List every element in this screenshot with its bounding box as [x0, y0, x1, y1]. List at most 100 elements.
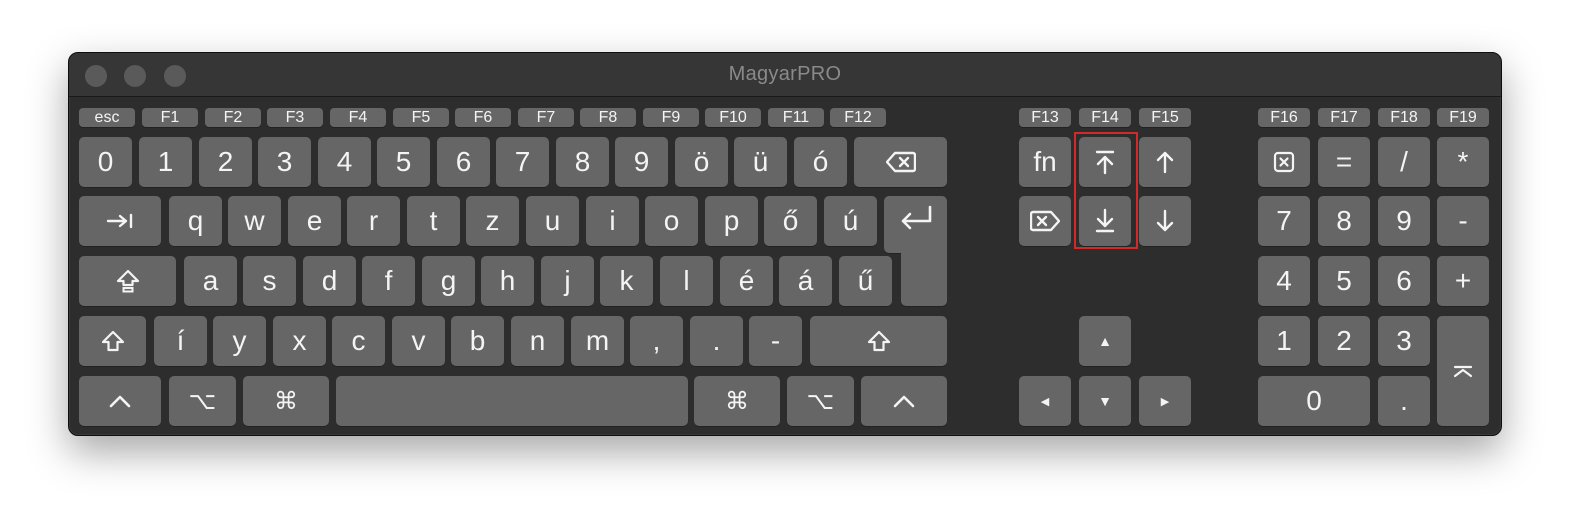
- key-o-double-acute[interactable]: ő: [764, 196, 817, 246]
- key-o[interactable]: o: [645, 196, 698, 246]
- numpad-clear-key[interactable]: [1258, 137, 1310, 187]
- numpad-plus[interactable]: +: [1437, 256, 1489, 306]
- key-h[interactable]: h: [481, 256, 534, 306]
- key-2[interactable]: 2: [199, 137, 252, 187]
- right-shift-key[interactable]: [810, 316, 947, 366]
- fn-key[interactable]: fn: [1019, 137, 1071, 187]
- key-f9[interactable]: F9: [643, 108, 699, 127]
- numpad-9[interactable]: 9: [1378, 196, 1430, 246]
- key-f16[interactable]: F16: [1258, 108, 1310, 127]
- key-f15[interactable]: F15: [1139, 108, 1191, 127]
- key-y[interactable]: y: [213, 316, 266, 366]
- caps-lock-key[interactable]: [79, 256, 176, 306]
- tab-key[interactable]: [79, 196, 161, 246]
- arrow-down-key[interactable]: ▼: [1079, 376, 1131, 426]
- key-b[interactable]: b: [451, 316, 504, 366]
- numpad-7[interactable]: 7: [1258, 196, 1310, 246]
- key-f5[interactable]: F5: [393, 108, 449, 127]
- key-o-umlaut[interactable]: ö: [675, 137, 728, 187]
- key-1[interactable]: 1: [139, 137, 192, 187]
- return-key[interactable]: [884, 196, 947, 253]
- key-g[interactable]: g: [422, 256, 475, 306]
- key-f19[interactable]: F19: [1437, 108, 1489, 127]
- numpad-4[interactable]: 4: [1258, 256, 1310, 306]
- key-l[interactable]: l: [660, 256, 713, 306]
- key-r[interactable]: r: [347, 196, 400, 246]
- key-f8[interactable]: F8: [580, 108, 636, 127]
- key-f7[interactable]: F7: [518, 108, 574, 127]
- key-6[interactable]: 6: [437, 137, 490, 187]
- key-t[interactable]: t: [407, 196, 460, 246]
- key-m[interactable]: m: [571, 316, 624, 366]
- key-q[interactable]: q: [169, 196, 222, 246]
- numpad-minus[interactable]: -: [1437, 196, 1489, 246]
- key-4[interactable]: 4: [318, 137, 371, 187]
- right-command-key[interactable]: ⌘: [694, 376, 780, 426]
- key-u-umlaut[interactable]: ü: [734, 137, 787, 187]
- arrow-right-key[interactable]: ▶: [1139, 376, 1191, 426]
- numpad-enter-key[interactable]: [1437, 316, 1489, 426]
- return-key-lower[interactable]: [901, 249, 947, 306]
- key-5[interactable]: 5: [377, 137, 430, 187]
- left-control-key[interactable]: [79, 376, 161, 426]
- numpad-0[interactable]: 0: [1258, 376, 1370, 426]
- right-control-key[interactable]: [861, 376, 947, 426]
- key-o-acute[interactable]: ó: [794, 137, 847, 187]
- key-f[interactable]: f: [362, 256, 415, 306]
- key-minus[interactable]: -: [749, 316, 802, 366]
- numpad-multiply-key[interactable]: *: [1437, 137, 1489, 187]
- key-f11[interactable]: F11: [768, 108, 824, 127]
- key-j[interactable]: j: [541, 256, 594, 306]
- key-period[interactable]: .: [690, 316, 743, 366]
- key-0[interactable]: 0: [79, 137, 132, 187]
- numpad-6[interactable]: 6: [1378, 256, 1430, 306]
- numpad-5[interactable]: 5: [1318, 256, 1370, 306]
- key-f1[interactable]: F1: [142, 108, 198, 127]
- key-x[interactable]: x: [273, 316, 326, 366]
- key-f3[interactable]: F3: [267, 108, 323, 127]
- key-z[interactable]: z: [466, 196, 519, 246]
- key-a-acute[interactable]: á: [779, 256, 832, 306]
- key-f18[interactable]: F18: [1378, 108, 1430, 127]
- numpad-decimal[interactable]: .: [1378, 376, 1430, 426]
- page-down-key[interactable]: [1079, 196, 1131, 246]
- key-u[interactable]: u: [526, 196, 579, 246]
- space-bar[interactable]: [336, 376, 688, 426]
- key-a[interactable]: a: [184, 256, 237, 306]
- key-8[interactable]: 8: [556, 137, 609, 187]
- key-i[interactable]: i: [586, 196, 639, 246]
- key-i-acute[interactable]: í: [154, 316, 207, 366]
- arrow-up-key[interactable]: ▲: [1079, 316, 1131, 366]
- numpad-2[interactable]: 2: [1318, 316, 1370, 366]
- numpad-3[interactable]: 3: [1378, 316, 1430, 366]
- key-9[interactable]: 9: [615, 137, 668, 187]
- numpad-1[interactable]: 1: [1258, 316, 1310, 366]
- key-e-acute[interactable]: é: [720, 256, 773, 306]
- key-f6[interactable]: F6: [455, 108, 511, 127]
- key-3[interactable]: 3: [258, 137, 311, 187]
- delete-key[interactable]: [854, 137, 947, 187]
- key-f13[interactable]: F13: [1019, 108, 1071, 127]
- right-option-key[interactable]: ⌥: [787, 376, 854, 426]
- key-k[interactable]: k: [600, 256, 653, 306]
- end-down-key[interactable]: [1139, 196, 1191, 246]
- key-7[interactable]: 7: [496, 137, 549, 187]
- key-p[interactable]: p: [705, 196, 758, 246]
- left-shift-key[interactable]: [79, 316, 146, 366]
- key-f17[interactable]: F17: [1318, 108, 1370, 127]
- key-comma[interactable]: ,: [630, 316, 683, 366]
- key-f14[interactable]: F14: [1079, 108, 1131, 127]
- key-f4[interactable]: F4: [330, 108, 386, 127]
- page-up-key[interactable]: [1079, 137, 1131, 187]
- key-c[interactable]: c: [332, 316, 385, 366]
- key-f2[interactable]: F2: [205, 108, 261, 127]
- key-w[interactable]: w: [228, 196, 281, 246]
- key-v[interactable]: v: [392, 316, 445, 366]
- key-esc[interactable]: esc: [79, 108, 135, 127]
- key-f10[interactable]: F10: [705, 108, 761, 127]
- left-command-key[interactable]: ⌘: [243, 376, 329, 426]
- key-n[interactable]: n: [511, 316, 564, 366]
- numpad-equals-key[interactable]: =: [1318, 137, 1370, 187]
- key-f12[interactable]: F12: [830, 108, 886, 127]
- key-s[interactable]: s: [243, 256, 296, 306]
